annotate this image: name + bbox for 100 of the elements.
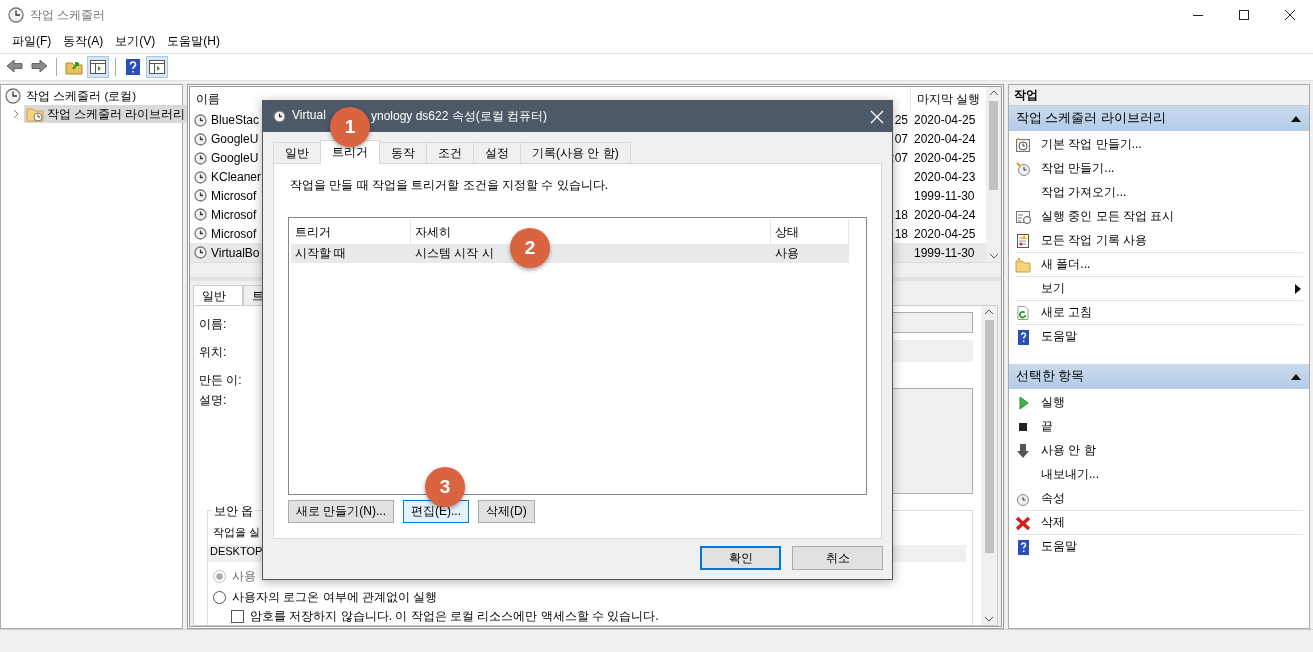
- scrollbar[interactable]: [981, 306, 997, 625]
- tree-item[interactable]: 작업 스케줄러 라이브러리: [24, 105, 188, 123]
- clock-icon: [273, 110, 286, 123]
- option-label: 사용자의 로그온 여부에 관계없이 실행: [232, 589, 438, 606]
- clock-icon: [1015, 160, 1031, 177]
- table-cell[interactable]: 시작할 때: [291, 244, 411, 263]
- tab[interactable]: 일반: [193, 285, 243, 305]
- action-item[interactable]: 기본 작업 만들기...: [1015, 132, 1303, 156]
- action-item[interactable]: 도움말: [1015, 534, 1303, 558]
- option-label: 사용: [232, 568, 256, 585]
- clock-icon: [5, 88, 21, 104]
- table-cell: 2020-04-25: [914, 226, 976, 241]
- folder-clock-icon: [26, 106, 44, 122]
- menu-item[interactable]: 보기(V): [109, 33, 162, 50]
- clock-icon: [194, 227, 207, 241]
- table-cell: 25: [894, 113, 908, 128]
- toolbar-button[interactable]: [87, 56, 109, 78]
- table-cell: 1999-11-30: [914, 245, 975, 260]
- section-header[interactable]: 선택한 항목: [1009, 364, 1309, 389]
- task-name[interactable]: Microsof: [211, 188, 257, 203]
- table-cell: 2020-04-25: [914, 151, 976, 166]
- collapse-icon: [1291, 114, 1301, 123]
- list-clock-icon: [1015, 208, 1031, 225]
- field-label: 이름:: [199, 316, 228, 333]
- help-icon: [1015, 328, 1031, 345]
- action-item[interactable]: 속성: [1015, 486, 1303, 510]
- menu-item[interactable]: 동작(A): [57, 33, 110, 50]
- help-icon: [1015, 538, 1031, 555]
- clock-icon: [194, 132, 207, 146]
- button[interactable]: 삭제(D): [478, 500, 535, 523]
- table-cell: 1999-11-30: [914, 188, 975, 203]
- action-item[interactable]: 작업 만들기...: [1015, 156, 1303, 180]
- section-title: 작업 스케줄러 라이브러리: [1016, 110, 1166, 127]
- action-item[interactable]: 실행 중인 모든 작업 표시: [1015, 204, 1303, 228]
- clock-icon: [194, 113, 207, 127]
- section-header[interactable]: 작업 스케줄러 라이브러리: [1009, 106, 1309, 131]
- table-cell: 2020-04-25: [914, 113, 976, 128]
- calendar-clock-icon: [1015, 136, 1031, 153]
- clock-icon: [8, 7, 24, 23]
- close-icon[interactable]: [870, 109, 884, 124]
- table-cell: 2020-04-24: [914, 207, 976, 222]
- menu-item[interactable]: 파일(F): [6, 33, 58, 50]
- action-item[interactable]: 작업 가져오기...: [1015, 180, 1303, 204]
- menu-item[interactable]: 도움말(H): [161, 33, 226, 50]
- clock-icon: [194, 208, 207, 222]
- section-title: 선택한 항목: [1016, 368, 1085, 385]
- description-text: 작업을 만들 때 작업을 트리거할 조건을 지정할 수 있습니다.: [290, 177, 609, 194]
- option-label: 암호를 저장하지 않습니다. 이 작업은 로컬 리소스에만 액세스할 수 있습니다.: [250, 608, 659, 625]
- table-cell: 18: [894, 207, 908, 222]
- action-item[interactable]: 새 폴더...: [1015, 252, 1303, 276]
- tab[interactable]: 기록(사용 안 함): [520, 142, 631, 163]
- task-name[interactable]: KCleaner: [211, 170, 262, 185]
- clock-icon: [194, 151, 207, 165]
- action-item[interactable]: 내보내기...: [1015, 462, 1303, 486]
- tab[interactable]: 트리거: [320, 140, 380, 164]
- panel-icon: [147, 57, 167, 77]
- button[interactable]: 취소: [792, 546, 883, 570]
- task-name[interactable]: BlueStac: [211, 113, 260, 128]
- action-item[interactable]: 삭제: [1015, 510, 1303, 534]
- help-icon: [123, 57, 143, 77]
- collapsed-icon[interactable]: [11, 109, 21, 119]
- task-name[interactable]: GoogleU: [211, 132, 259, 147]
- scrollbar[interactable]: [986, 87, 1001, 262]
- action-item[interactable]: 보기: [1015, 276, 1303, 300]
- delete-icon: [1015, 514, 1031, 531]
- action-item[interactable]: 모든 작업 기록 사용: [1015, 228, 1303, 252]
- action-item[interactable]: 도움말: [1015, 324, 1303, 348]
- action-item[interactable]: 끝: [1015, 414, 1303, 438]
- task-name[interactable]: GoogleU: [211, 151, 259, 166]
- clock-icon: [194, 189, 207, 203]
- button[interactable]: 편집(E)...: [403, 500, 469, 523]
- tab[interactable]: 일반: [273, 142, 321, 163]
- window-title: 작업 스케줄러: [30, 6, 107, 24]
- table-cell: 07: [894, 132, 908, 147]
- task-name[interactable]: Microsof: [211, 207, 257, 222]
- action-item[interactable]: 사용 안 함: [1015, 438, 1303, 462]
- notebook-icon: [1015, 232, 1031, 249]
- button[interactable]: 확인: [700, 546, 781, 570]
- folder-icon: [1015, 256, 1031, 273]
- group-title: 보안 옵: [212, 503, 256, 520]
- panel-title: 작업: [1009, 85, 1309, 106]
- label: 작업을 실: [213, 525, 262, 540]
- down-arrow-icon: [1015, 442, 1031, 459]
- tree-item[interactable]: 작업 스케줄러 (로컬): [24, 87, 139, 105]
- toolbar-button[interactable]: [146, 56, 168, 78]
- refresh-icon: [1015, 304, 1031, 321]
- task-name[interactable]: VirtualBo: [211, 245, 260, 260]
- task-name[interactable]: Microsof: [211, 226, 257, 241]
- table-cell: 2020-04-23: [914, 170, 976, 185]
- checkbox[interactable]: [231, 610, 244, 623]
- field-label: 설명:: [199, 392, 228, 409]
- field-label: 만든 이:: [199, 372, 243, 389]
- collapse-icon: [1291, 372, 1301, 381]
- action-item[interactable]: 새로 고침: [1015, 300, 1303, 324]
- button[interactable]: 새로 만들기(N)...: [288, 500, 394, 523]
- table-cell[interactable]: 사용: [771, 244, 849, 263]
- field-label: 위치:: [199, 344, 228, 362]
- radio-button[interactable]: [213, 591, 226, 604]
- action-item[interactable]: 실행: [1015, 390, 1303, 414]
- table-cell: 2020-04-24: [914, 132, 976, 147]
